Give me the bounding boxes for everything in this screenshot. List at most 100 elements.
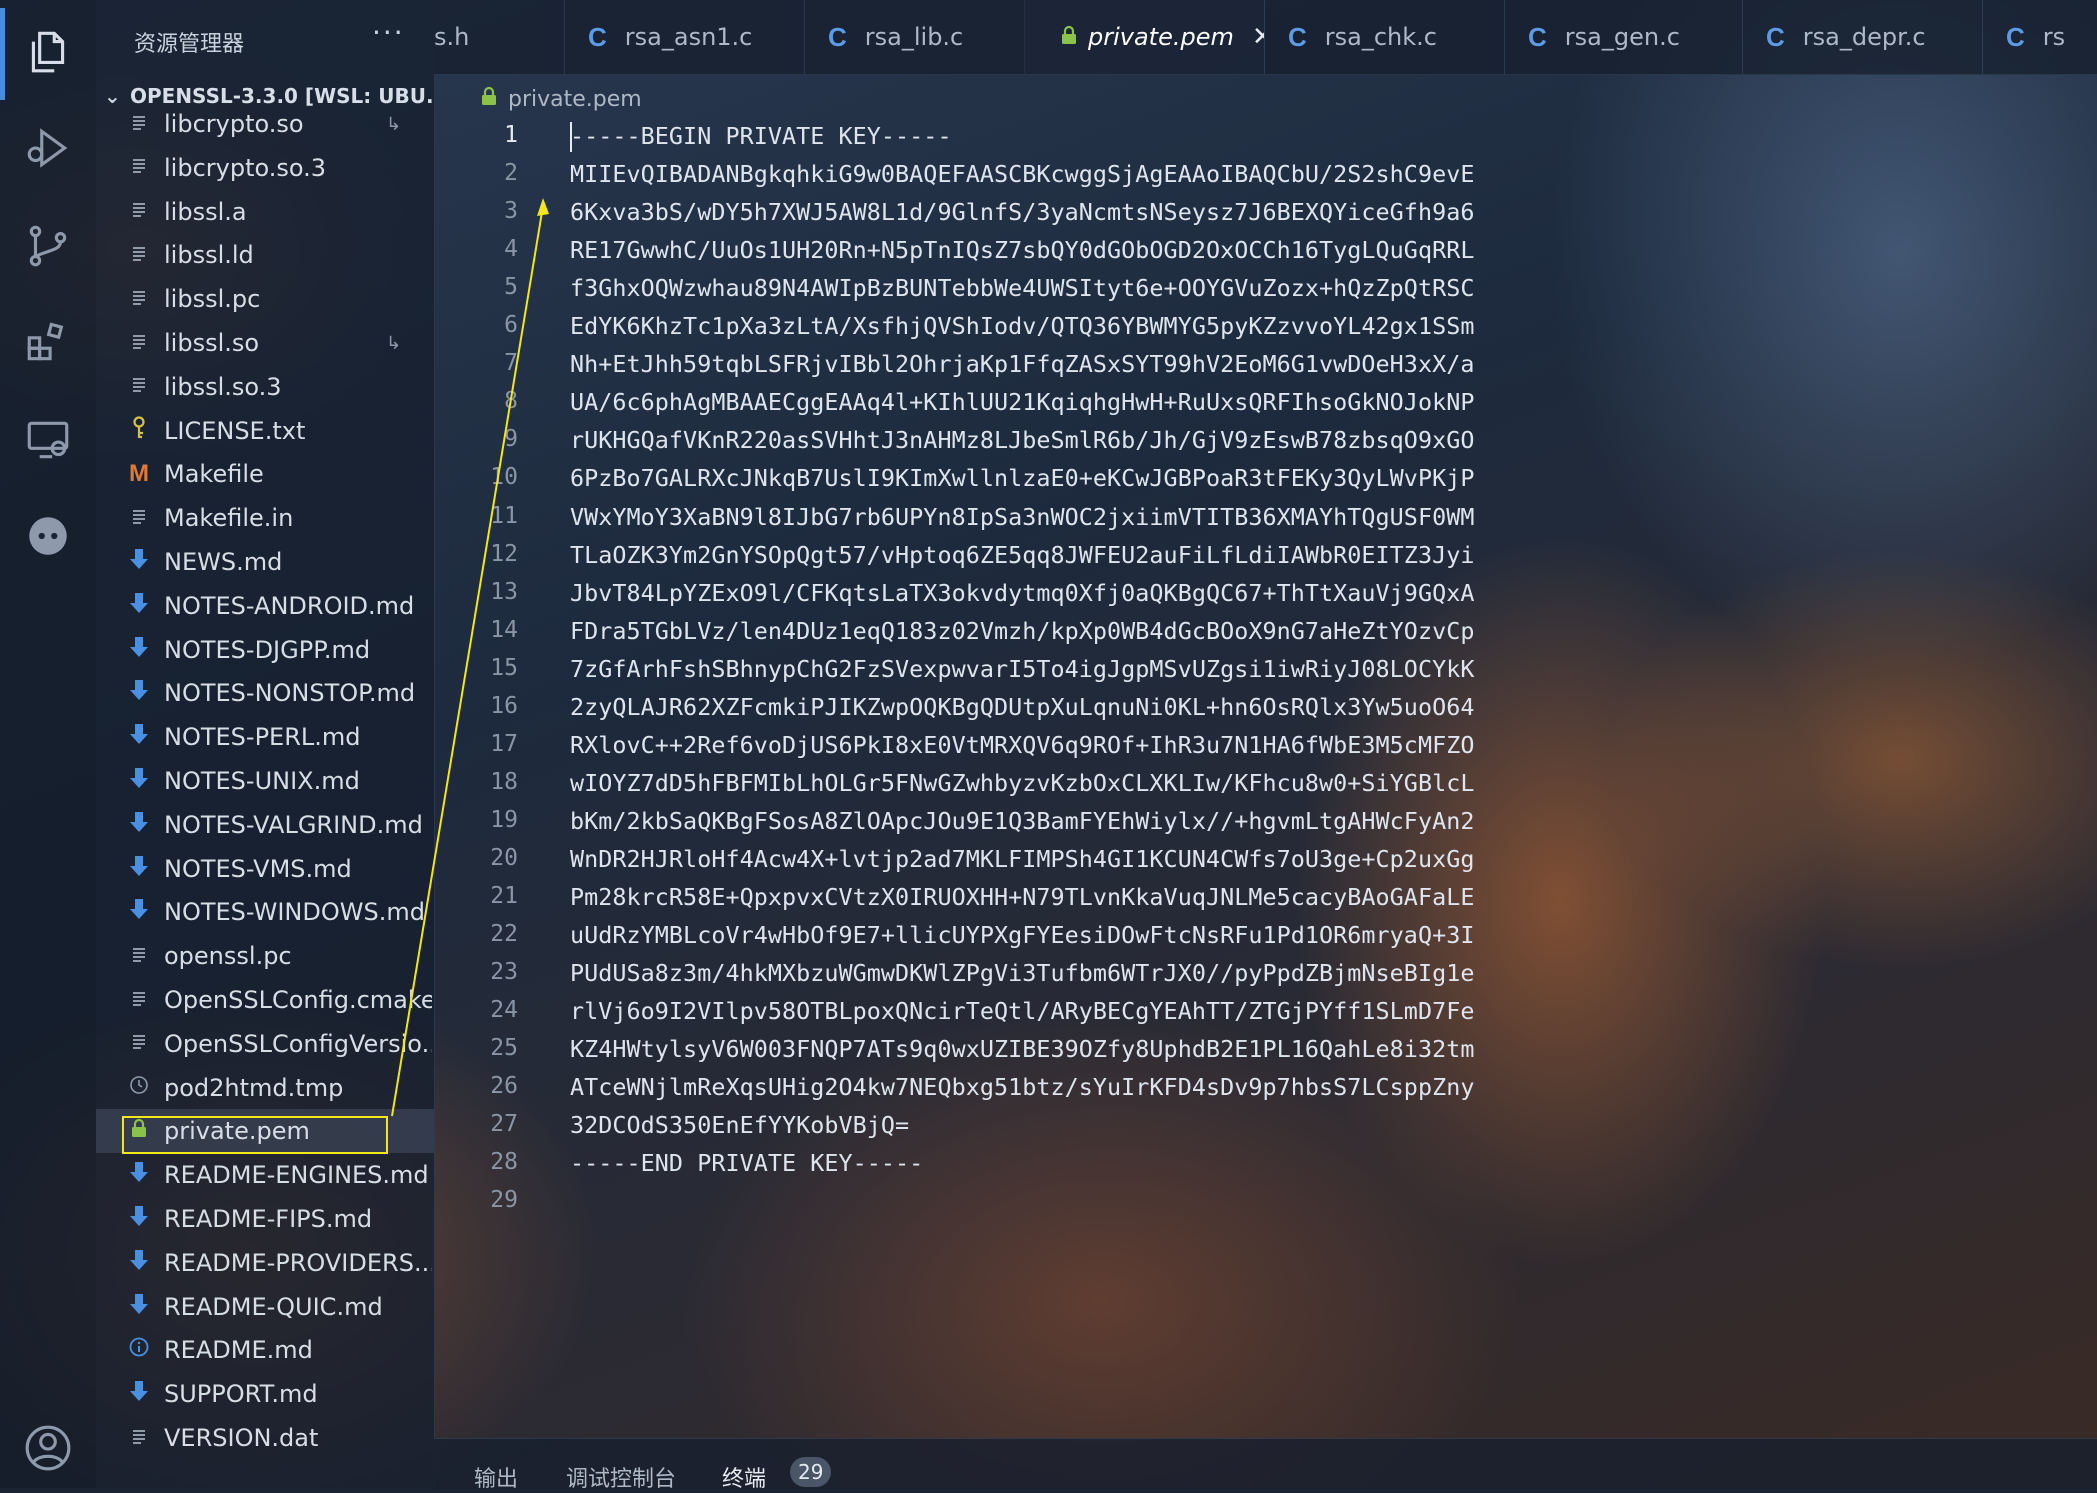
file-item[interactable]: NOTES-VALGRIND.md <box>96 803 434 847</box>
code-line[interactable]: -----BEGIN PRIVATE KEY----- <box>570 122 952 150</box>
markdown-download-icon <box>126 854 152 884</box>
code-line[interactable]: rlVj6o9I2VIlpv58OTBLpoxQNcirTeQtl/ARyBEC… <box>570 997 1474 1025</box>
file-item[interactable]: M Makefile <box>96 452 434 496</box>
code-line[interactable]: wIOYZ7dD5hFBFMIbLhOLGr5FNwGZwhbyzvKzbOxC… <box>570 769 1474 797</box>
file-item[interactable]: LICENSE.txt <box>96 409 434 453</box>
symlink-icon: ↳ <box>386 332 402 354</box>
line-number: 22 <box>490 921 518 948</box>
code-line[interactable]: WnDR2HJRloHf4Acw4X+lvtjp2ad7MKLFIMPSh4GI… <box>570 845 1474 873</box>
markdown-download-icon <box>126 1160 152 1190</box>
code-line[interactable]: VWxYMoY3XaBN9l8IJbG7rb6UPYn8IpSa3nWOC2jx… <box>570 503 1474 531</box>
c-file-icon: C <box>588 21 607 52</box>
file-item[interactable]: libcrypto.so ↳ <box>96 102 434 146</box>
file-name: libcrypto.so <box>164 110 304 138</box>
file-item[interactable]: NOTES-ANDROID.md <box>96 584 434 628</box>
file-item[interactable]: NOTES-PERL.md <box>96 715 434 759</box>
explorer-icon[interactable] <box>18 22 78 82</box>
file-item[interactable]: libssl.so ↳ <box>96 321 434 365</box>
file-item[interactable]: README-FIPS.md <box>96 1197 434 1241</box>
code-line[interactable]: bKm/2kbSaQKBgFSosA8ZlOApcJOu9E1Q3BamFYEh… <box>570 807 1474 835</box>
code-line[interactable]: 32DCOdS350EnEfYYKobVBjQ= <box>570 1111 909 1139</box>
file-item[interactable]: libssl.pc <box>96 277 434 321</box>
editor-tab[interactable]: Crsa_asn1.c <box>564 0 805 74</box>
file-item[interactable]: VERSION.dat <box>96 1416 434 1460</box>
line-number: 17 <box>490 730 518 757</box>
code-line[interactable]: 6Kxva3bS/wDY5h7XWJ5AW8L1d/9GlnfS/3yaNcmt… <box>570 198 1474 226</box>
editor-tab[interactable]: private.pem✕ <box>1024 0 1265 74</box>
code-line[interactable]: f3GhxOQWzwhau89N4AWIpBzBUNTebbWe4UWSItyt… <box>570 274 1474 302</box>
file-name: README-QUIC.md <box>164 1292 383 1321</box>
code-line[interactable]: PUdUSa8z3m/4hkMXbzuWGmwDKWlZPgVi3Tufbm6W… <box>570 959 1474 987</box>
editor-tab[interactable]: Crsa_lib.c <box>804 0 1025 74</box>
panel-tab-debug-console[interactable]: 调试控制台 <box>566 1461 676 1493</box>
file-item[interactable]: OpenSSLConfig.cmake <box>96 978 434 1022</box>
file-item[interactable]: README-QUIC.md <box>96 1285 434 1329</box>
code-line[interactable]: 6PzBo7GALRXcJNkqB7UslI9KImXwllnlzaE0+eKC… <box>570 464 1474 492</box>
code-line[interactable]: 7zGfArhFshSBhnypChG2FzSVexpwvarI5To4igJg… <box>570 655 1474 683</box>
remote-explorer-icon[interactable] <box>18 410 78 470</box>
file-item[interactable]: SUPPORT.md <box>96 1372 434 1416</box>
editor-tab[interactable]: Crsa_gen.c <box>1504 0 1743 74</box>
tab-label: rsa_chk.c <box>1324 23 1437 51</box>
editor-tab[interactable]: Crsa_chk.c <box>1264 0 1505 74</box>
line-number: 11 <box>490 502 518 529</box>
file-item[interactable]: NEWS.md <box>96 540 434 584</box>
bottom-panel: 输出 调试控制台 终端 29 <box>434 1438 2097 1492</box>
code-line[interactable]: UA/6c6phAgMBAAECggEAAq4l+KIhlUU21KqiqhgH… <box>570 388 1474 416</box>
file-item[interactable]: README-ENGINES.md <box>96 1153 434 1197</box>
code-editor[interactable]: 1 -----BEGIN PRIVATE KEY----- 2 MIIEvQIBADA… <box>434 118 2097 1438</box>
markdown-download-icon <box>126 591 152 621</box>
file-name: README-PROVIDERS.... <box>164 1248 432 1277</box>
account-icon[interactable] <box>18 1418 78 1478</box>
code-line[interactable]: ATceWNjlmReXqsUHig2O4kw7NEQbxg51btz/sYuI… <box>570 1073 1474 1101</box>
file-item[interactable]: README.md <box>96 1328 434 1372</box>
file-item[interactable]: libssl.a <box>96 190 434 234</box>
code-line[interactable]: RE17GwwhC/UuOs1UH20Rn+N5pTnIQsZ7sbQY0dGO… <box>570 236 1474 264</box>
source-control-icon[interactable] <box>18 216 78 276</box>
code-line[interactable]: MIIEvQIBADANBgkqhkiG9w0BAQEFAASCBKcwggSj… <box>570 160 1474 188</box>
editor-tab[interactable]: s.h <box>434 0 565 74</box>
markdown-download-icon <box>126 678 152 708</box>
symlink-icon: ↳ <box>386 113 402 135</box>
file-item[interactable]: openssl.pc <box>96 934 434 978</box>
code-line[interactable]: Nh+EtJhh59tqbLSFRjvIBbl2OhrjaKp1FfqZASxS… <box>570 350 1474 378</box>
code-line[interactable]: RXlovC++2Ref6voDjUS6PkI8xE0VtMRXQV6q9ROf… <box>570 731 1474 759</box>
line-number: 29 <box>490 1187 518 1214</box>
code-line[interactable]: KZ4HWtylsyV6W003FNQP7ATs9q0wxUZIBE39OZfy… <box>570 1035 1474 1063</box>
panel-tab-terminal[interactable]: 终端 <box>722 1461 766 1493</box>
file-item[interactable]: NOTES-NONSTOP.md <box>96 671 434 715</box>
markdown-download-icon <box>126 766 152 796</box>
file-name: NOTES-NONSTOP.md <box>164 679 416 708</box>
file-item[interactable]: libssl.so.3 <box>96 365 434 409</box>
run-debug-icon[interactable] <box>18 118 78 178</box>
file-item[interactable]: Makefile.in <box>96 496 434 540</box>
file-name: NOTES-WINDOWS.md <box>164 898 425 927</box>
file-item[interactable]: README-PROVIDERS.... <box>96 1241 434 1285</box>
extensions-icon[interactable] <box>18 312 78 372</box>
file-name: SUPPORT.md <box>164 1380 318 1409</box>
file-item[interactable]: pod2htmd.tmp <box>96 1066 434 1110</box>
file-item[interactable]: NOTES-VMS.md <box>96 847 434 891</box>
panel-tab-output[interactable]: 输出 <box>474 1461 518 1493</box>
breadcrumb-file[interactable]: private.pem <box>508 87 642 112</box>
copilot-icon[interactable] <box>18 506 78 566</box>
file-item[interactable]: NOTES-UNIX.md <box>96 759 434 803</box>
editor-tab[interactable]: Crsa_depr.c <box>1742 0 1983 74</box>
breadcrumb[interactable]: private.pem <box>480 82 642 116</box>
code-line[interactable]: EdYK6KhzTc1pXa3zLtA/XsfhjQVShIodv/QTQ36Y… <box>570 312 1474 340</box>
code-line[interactable]: FDra5TGbLVz/len4DUz1eqQ183z02Vmzh/kpXp0W… <box>570 617 1474 645</box>
code-line[interactable]: TLaOZK3Ym2GnYSOpQgt57/vHptoq6ZE5qq8JWFEU… <box>570 541 1474 569</box>
code-line[interactable]: JbvT84LpYZExO9l/CFKqtsLaTX3okvdytmq0Xfj0… <box>570 579 1474 607</box>
code-line[interactable]: -----END PRIVATE KEY----- <box>570 1149 923 1177</box>
file-item[interactable]: OpenSSLConfigVersio... <box>96 1022 434 1066</box>
file-item[interactable]: NOTES-WINDOWS.md <box>96 890 434 934</box>
code-line[interactable]: uUdRzYMBLcoVr4wHbOf9E7+llicUYPXgFYEesiDO… <box>570 921 1474 949</box>
code-line[interactable]: rUKHGQafVKnR220asSVHhtJ3nAHMz8LJbeSmlR6b… <box>570 426 1474 454</box>
file-item[interactable]: libcrypto.so.3 <box>96 146 434 190</box>
more-actions-button[interactable]: ··· <box>372 16 405 49</box>
file-item[interactable]: NOTES-DJGPP.md <box>96 628 434 672</box>
editor-tab[interactable]: Crs <box>1982 0 2097 74</box>
file-item[interactable]: libssl.ld <box>96 233 434 277</box>
code-line[interactable]: Pm28krcR58E+QpxpvxCVtzX0IRUOXHH+N79TLvnK… <box>570 883 1474 911</box>
code-line[interactable]: 2zyQLAJR62XZFcmkiPJIKZwpOQKBgQDUtpXuLqnu… <box>570 693 1474 721</box>
